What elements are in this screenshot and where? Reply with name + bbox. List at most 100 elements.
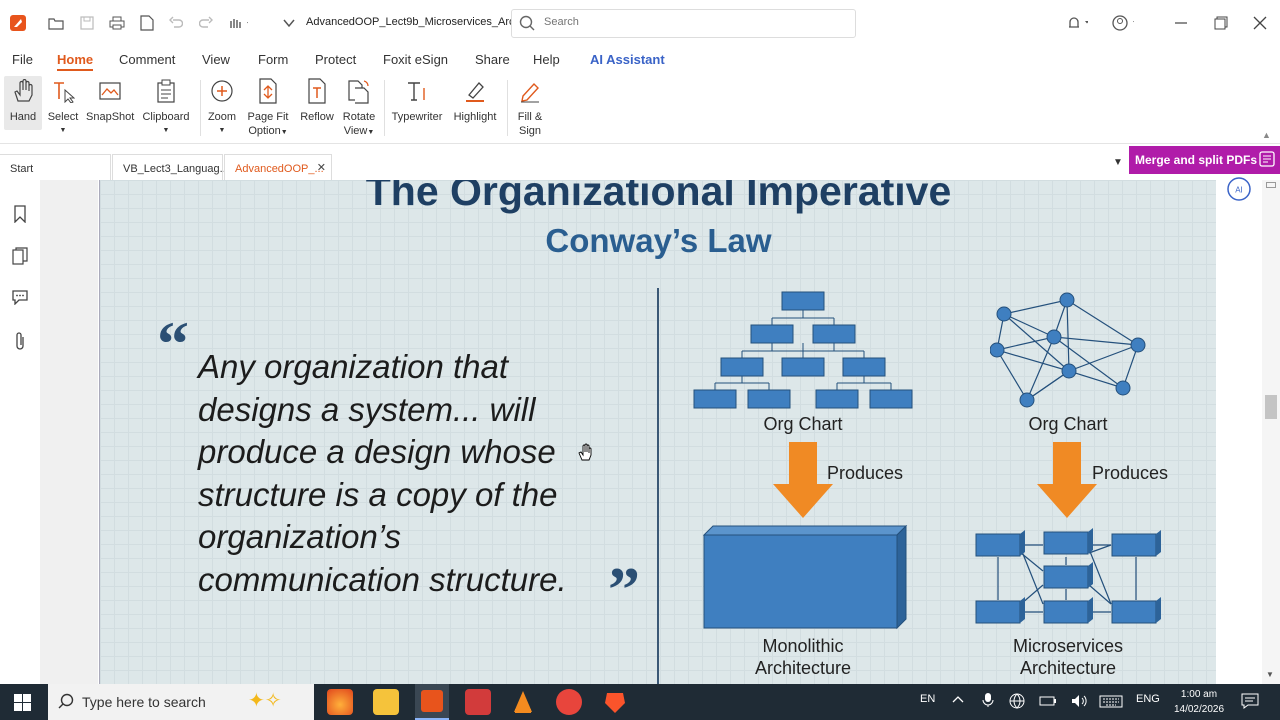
- tab-advancedoop[interactable]: AdvancedOOP_... ✕: [224, 154, 332, 180]
- bookmark-icon[interactable]: [10, 204, 30, 224]
- close-icon[interactable]: [1249, 12, 1271, 34]
- taskbar-search-box[interactable]: Type here to search ✦✧: [48, 684, 314, 720]
- pdf-app-icon[interactable]: [465, 689, 491, 715]
- pdf-page-slide: The Organizational Imperative Conway’s L…: [99, 180, 1216, 684]
- merge-icon: [1258, 150, 1276, 171]
- microservices-caption: Microservices Architecture: [968, 635, 1168, 679]
- search-icon: [58, 693, 74, 712]
- menu-comment[interactable]: Comment: [119, 52, 175, 67]
- search-input[interactable]: [544, 16, 844, 28]
- tab-start[interactable]: Start: [0, 154, 111, 180]
- network-org-chart-icon: [990, 292, 1146, 408]
- open-folder-icon[interactable]: [46, 13, 66, 33]
- zoom-button[interactable]: Zoom ▼: [206, 76, 238, 138]
- scroll-page-icon: [1266, 182, 1276, 188]
- fill-sign-pen-icon: [515, 76, 545, 106]
- ribbon-toolbar: Hand Select ▼ SnapShot Clipboard ▼ Zoom …: [0, 74, 1280, 144]
- keyboard-icon[interactable]: [1099, 693, 1123, 712]
- hand-tool-button[interactable]: Hand: [4, 76, 42, 130]
- collapse-ribbon-icon[interactable]: ▲: [1262, 130, 1271, 140]
- highlight-button[interactable]: Highlight: [450, 76, 500, 124]
- close-tab-icon[interactable]: ✕: [317, 161, 326, 174]
- vlc-icon[interactable]: [510, 689, 536, 715]
- hand-icon: [8, 76, 38, 106]
- menu-form[interactable]: Form: [258, 52, 288, 67]
- save-icon[interactable]: [77, 13, 97, 33]
- menu-home[interactable]: Home: [57, 52, 93, 67]
- network-globe-icon[interactable]: [1009, 693, 1025, 712]
- restore-icon[interactable]: [1210, 12, 1232, 34]
- page-fit-label-2: Option▼: [248, 125, 288, 137]
- clipboard-button[interactable]: Clipboard ▼: [140, 76, 192, 138]
- foxit-taskbar-icon[interactable]: [415, 684, 449, 720]
- battery-icon[interactable]: [1039, 693, 1057, 712]
- brave-icon[interactable]: [602, 689, 628, 715]
- merge-split-label: Merge and split PDFs: [1135, 153, 1258, 167]
- menu-file[interactable]: File: [12, 52, 33, 67]
- scrollbar-thumb[interactable]: [1265, 395, 1277, 419]
- new-document-icon[interactable]: [137, 13, 157, 33]
- monolithic-caption: Monolithic Architecture: [703, 635, 903, 679]
- scroll-down-icon[interactable]: ▼: [1266, 670, 1274, 679]
- rotate-view-button[interactable]: Rotate View▼: [341, 76, 377, 140]
- comments-icon[interactable]: [10, 287, 30, 307]
- menu-bar: File Home Comment View Form Protect Foxi…: [0, 46, 1280, 74]
- select-tool-button[interactable]: Select ▼: [46, 76, 80, 138]
- fill-sign-button[interactable]: Fill & Sign: [512, 76, 548, 138]
- ribbon-separator: [200, 80, 201, 136]
- typewriter-icon: [402, 76, 432, 106]
- notification-bell-icon[interactable]: [1066, 12, 1088, 34]
- menu-ai-assistant[interactable]: AI Assistant: [590, 52, 665, 67]
- menu-share[interactable]: Share: [475, 52, 510, 67]
- menu-protect[interactable]: Protect: [315, 52, 356, 67]
- tab-list-dropdown-icon[interactable]: ▼: [1113, 157, 1123, 168]
- opera-icon[interactable]: [556, 689, 582, 715]
- merge-split-banner[interactable]: Merge and split PDFs: [1129, 146, 1280, 174]
- notification-center-icon[interactable]: [1241, 693, 1259, 712]
- zoom-label: Zoom: [207, 111, 237, 123]
- hand-tool-dropdown-icon[interactable]: [228, 13, 248, 33]
- open-quote-mark: “: [157, 308, 189, 379]
- reflow-button[interactable]: Reflow: [298, 76, 336, 124]
- file-explorer-icon[interactable]: [373, 689, 399, 715]
- microphone-icon[interactable]: [982, 692, 994, 711]
- svg-text:AI: AI: [1235, 186, 1243, 195]
- clipboard-label: Clipboard: [142, 111, 190, 123]
- page-margin: [40, 180, 98, 684]
- fill-sign-label: Fill &: [517, 111, 543, 123]
- account-icon[interactable]: [1112, 12, 1134, 34]
- volume-icon[interactable]: [1070, 693, 1088, 712]
- input-method-indicator[interactable]: ENG: [1136, 693, 1160, 705]
- ai-assistant-icon[interactable]: AI: [1226, 176, 1252, 202]
- print-icon[interactable]: [107, 13, 127, 33]
- menu-foxit-esign[interactable]: Foxit eSign: [383, 52, 448, 67]
- hand-cursor-icon: [578, 443, 592, 461]
- windows-start-icon[interactable]: [14, 694, 31, 714]
- language-indicator[interactable]: EN: [920, 693, 935, 705]
- menu-help[interactable]: Help: [533, 52, 560, 67]
- search-box[interactable]: [511, 9, 856, 38]
- snapshot-button[interactable]: SnapShot: [86, 76, 134, 124]
- conway-quote-text: Any organization that designs a system..…: [198, 348, 567, 598]
- pages-icon[interactable]: [10, 246, 30, 266]
- tab-vb-lect3[interactable]: VB_Lect3_Languag...: [112, 154, 229, 180]
- attachment-icon[interactable]: [10, 331, 30, 351]
- firefox-icon[interactable]: [327, 689, 353, 715]
- fill-sign-label-2: Sign: [518, 125, 542, 137]
- clock-time: 1:00 am: [1180, 689, 1218, 700]
- microservices-caption-line2: Architecture: [1019, 658, 1117, 678]
- vertical-scrollbar[interactable]: ▼: [1262, 180, 1280, 684]
- page-fit-option-button[interactable]: Page Fit Option▼: [245, 76, 291, 140]
- menu-view[interactable]: View: [202, 52, 230, 67]
- chevron-down-icon[interactable]: [279, 13, 299, 33]
- undo-icon[interactable]: [166, 13, 186, 33]
- redo-icon[interactable]: [196, 13, 216, 33]
- chevron-up-icon[interactable]: [951, 694, 965, 707]
- minimize-icon[interactable]: [1170, 12, 1192, 34]
- rotate-label-2: View▼: [343, 125, 375, 137]
- snapshot-icon: [95, 76, 125, 106]
- typewriter-button[interactable]: Typewriter: [390, 76, 444, 124]
- typewriter-label: Typewriter: [391, 111, 443, 123]
- reflow-label: Reflow: [300, 111, 334, 123]
- clock[interactable]: 1:00 am 14/02/2026: [1170, 687, 1228, 717]
